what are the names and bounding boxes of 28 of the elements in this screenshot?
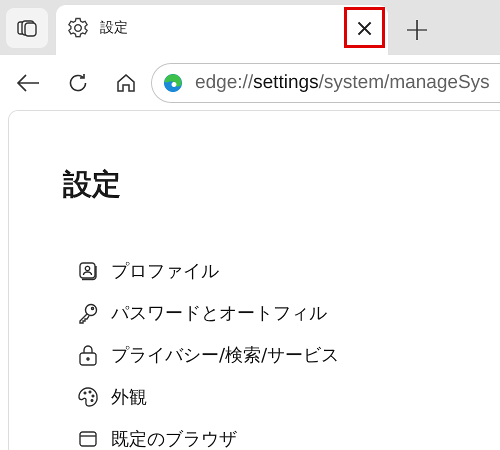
nav-item-label: 外観 — [111, 386, 147, 409]
close-tab-button[interactable]: × — [344, 7, 385, 48]
back-icon[interactable] — [15, 72, 41, 94]
address-bar[interactable]: edge://settings/system/manageSys — [151, 62, 500, 102]
palette-icon — [77, 386, 99, 408]
nav-item[interactable]: 既定のブラウザ — [77, 418, 500, 450]
reload-icon[interactable] — [67, 72, 89, 94]
url-text: edge://settings/system/manageSys — [195, 72, 490, 94]
profile-icon — [77, 261, 99, 281]
browser-logo-icon — [163, 72, 183, 92]
page-heading: 設定 — [63, 166, 122, 203]
nav-item-label: 既定のブラウザ — [111, 428, 237, 450]
new-tab-button[interactable]: + — [400, 9, 434, 49]
nav-item-label: パスワードとオートフィル — [111, 302, 327, 325]
tab-title: 設定 — [100, 18, 128, 36]
nav-item[interactable]: 外観 — [77, 376, 500, 418]
gear-icon — [66, 16, 90, 40]
nav-item-label: プロファイル — [111, 260, 219, 283]
nav-item-label: プライバシー/検索/サービス — [111, 344, 340, 367]
browser-window-icon — [77, 429, 99, 449]
key-icon — [77, 302, 99, 324]
browser-tab[interactable]: 設定 × — [56, 5, 388, 55]
lock-icon — [77, 344, 99, 366]
tab-actions-button[interactable] — [6, 8, 48, 48]
nav-item[interactable]: プロファイル — [77, 250, 500, 292]
home-icon[interactable] — [115, 72, 137, 94]
nav-item[interactable]: プライバシー/検索/サービス — [77, 334, 500, 376]
nav-item[interactable]: パスワードとオートフィル — [77, 292, 500, 334]
